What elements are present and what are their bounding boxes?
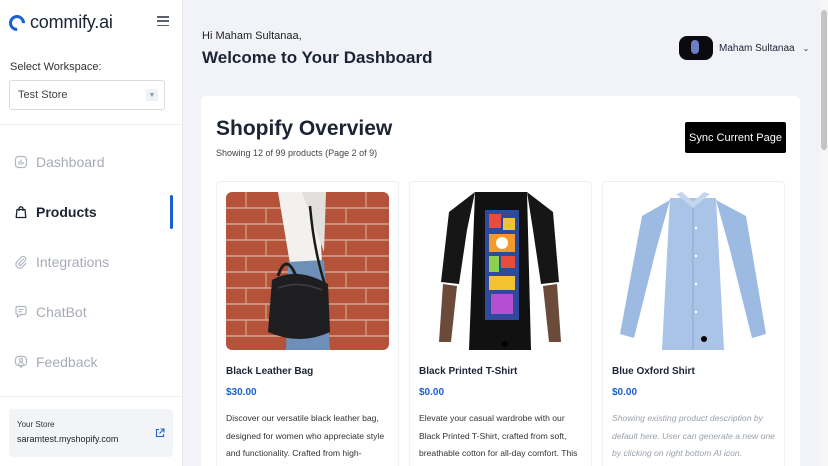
chevron-down-icon: ▼	[146, 89, 158, 101]
workspace-value: Test Store	[18, 89, 68, 101]
product-name: Blue Oxford Shirt	[612, 366, 695, 377]
chart-icon	[14, 155, 28, 169]
divider	[0, 124, 183, 125]
chat-icon	[14, 305, 28, 319]
sidebar-item-label: Dashboard	[36, 154, 105, 170]
user-name: Maham Sultanaa	[719, 42, 795, 54]
menu-icon[interactable]	[157, 16, 169, 26]
workspace-label: Select Workspace:	[10, 61, 102, 73]
product-description: Elevate your casual wardrobe with our Bl…	[419, 413, 578, 458]
sidebar-item-feedback[interactable]: Feedback	[14, 351, 174, 373]
workspace-select[interactable]: Test Store ▼	[9, 80, 165, 110]
store-label: Your Store	[17, 420, 55, 429]
product-price: $0.00	[419, 387, 445, 398]
sidebar-item-label: Products	[36, 204, 97, 220]
overview-subtitle: Showing 12 of 99 products (Page 2 of 9)	[216, 148, 378, 158]
divider	[0, 396, 183, 397]
logo-text: commify.ai	[30, 12, 113, 32]
sidebar: commify.ai Select Workspace: Test Store …	[0, 0, 183, 466]
sidebar-item-label: Integrations	[36, 254, 110, 270]
product-card[interactable]: Black Leather Bag $30.00 Discover our ve…	[216, 181, 399, 466]
avatar	[679, 36, 713, 60]
feedback-icon	[14, 355, 28, 369]
store-info: Your Store saramtest.myshopify.com	[9, 409, 173, 457]
user-menu[interactable]: Maham Sultanaa ⌄	[679, 36, 809, 60]
logo[interactable]: commify.ai	[5, 11, 113, 34]
product-image[interactable]	[612, 192, 775, 350]
product-name: Black Printed T-Shirt	[419, 366, 518, 377]
chevron-down-icon: ⌄	[802, 43, 810, 53]
sidebar-item-integrations[interactable]: Integrations	[14, 251, 174, 273]
shopify-overview-card: Shopify Overview Showing 12 of 99 produc…	[201, 96, 800, 466]
overview-title: Shopify Overview	[216, 117, 393, 140]
scrollbar-thumb[interactable]	[821, 10, 827, 150]
product-image[interactable]	[419, 192, 582, 350]
sidebar-item-products[interactable]: Products	[14, 201, 174, 223]
greeting: Hi Maham Sultanaa,	[202, 30, 302, 42]
active-indicator	[170, 195, 173, 229]
product-name: Black Leather Bag	[226, 366, 314, 377]
product-description: Discover our versatile black leather bag…	[226, 413, 385, 458]
sync-current-page-button[interactable]: Sync Current Page	[685, 122, 786, 153]
sidebar-item-label: Feedback	[36, 354, 98, 370]
scrollbar[interactable]	[820, 0, 828, 466]
product-description: Showing existing product description by …	[612, 413, 775, 458]
product-card[interactable]: Blue Oxford Shirt $0.00 Showing existing…	[602, 181, 785, 466]
store-url: saramtest.myshopify.com	[17, 434, 119, 444]
page-title: Welcome to Your Dashboard	[202, 48, 433, 67]
product-card[interactable]: Black Printed T-Shirt $0.00 Elevate your…	[409, 181, 592, 466]
sidebar-item-chatbot[interactable]: ChatBot	[14, 301, 174, 323]
product-price: $0.00	[612, 387, 638, 398]
product-image[interactable]	[226, 192, 389, 350]
external-link-icon[interactable]	[155, 428, 165, 438]
product-price: $30.00	[226, 387, 257, 398]
sidebar-item-label: ChatBot	[36, 304, 87, 320]
sidebar-item-dashboard[interactable]: Dashboard	[14, 151, 174, 173]
paperclip-icon	[14, 255, 28, 269]
logo-icon	[5, 11, 29, 34]
bag-icon	[14, 205, 28, 219]
